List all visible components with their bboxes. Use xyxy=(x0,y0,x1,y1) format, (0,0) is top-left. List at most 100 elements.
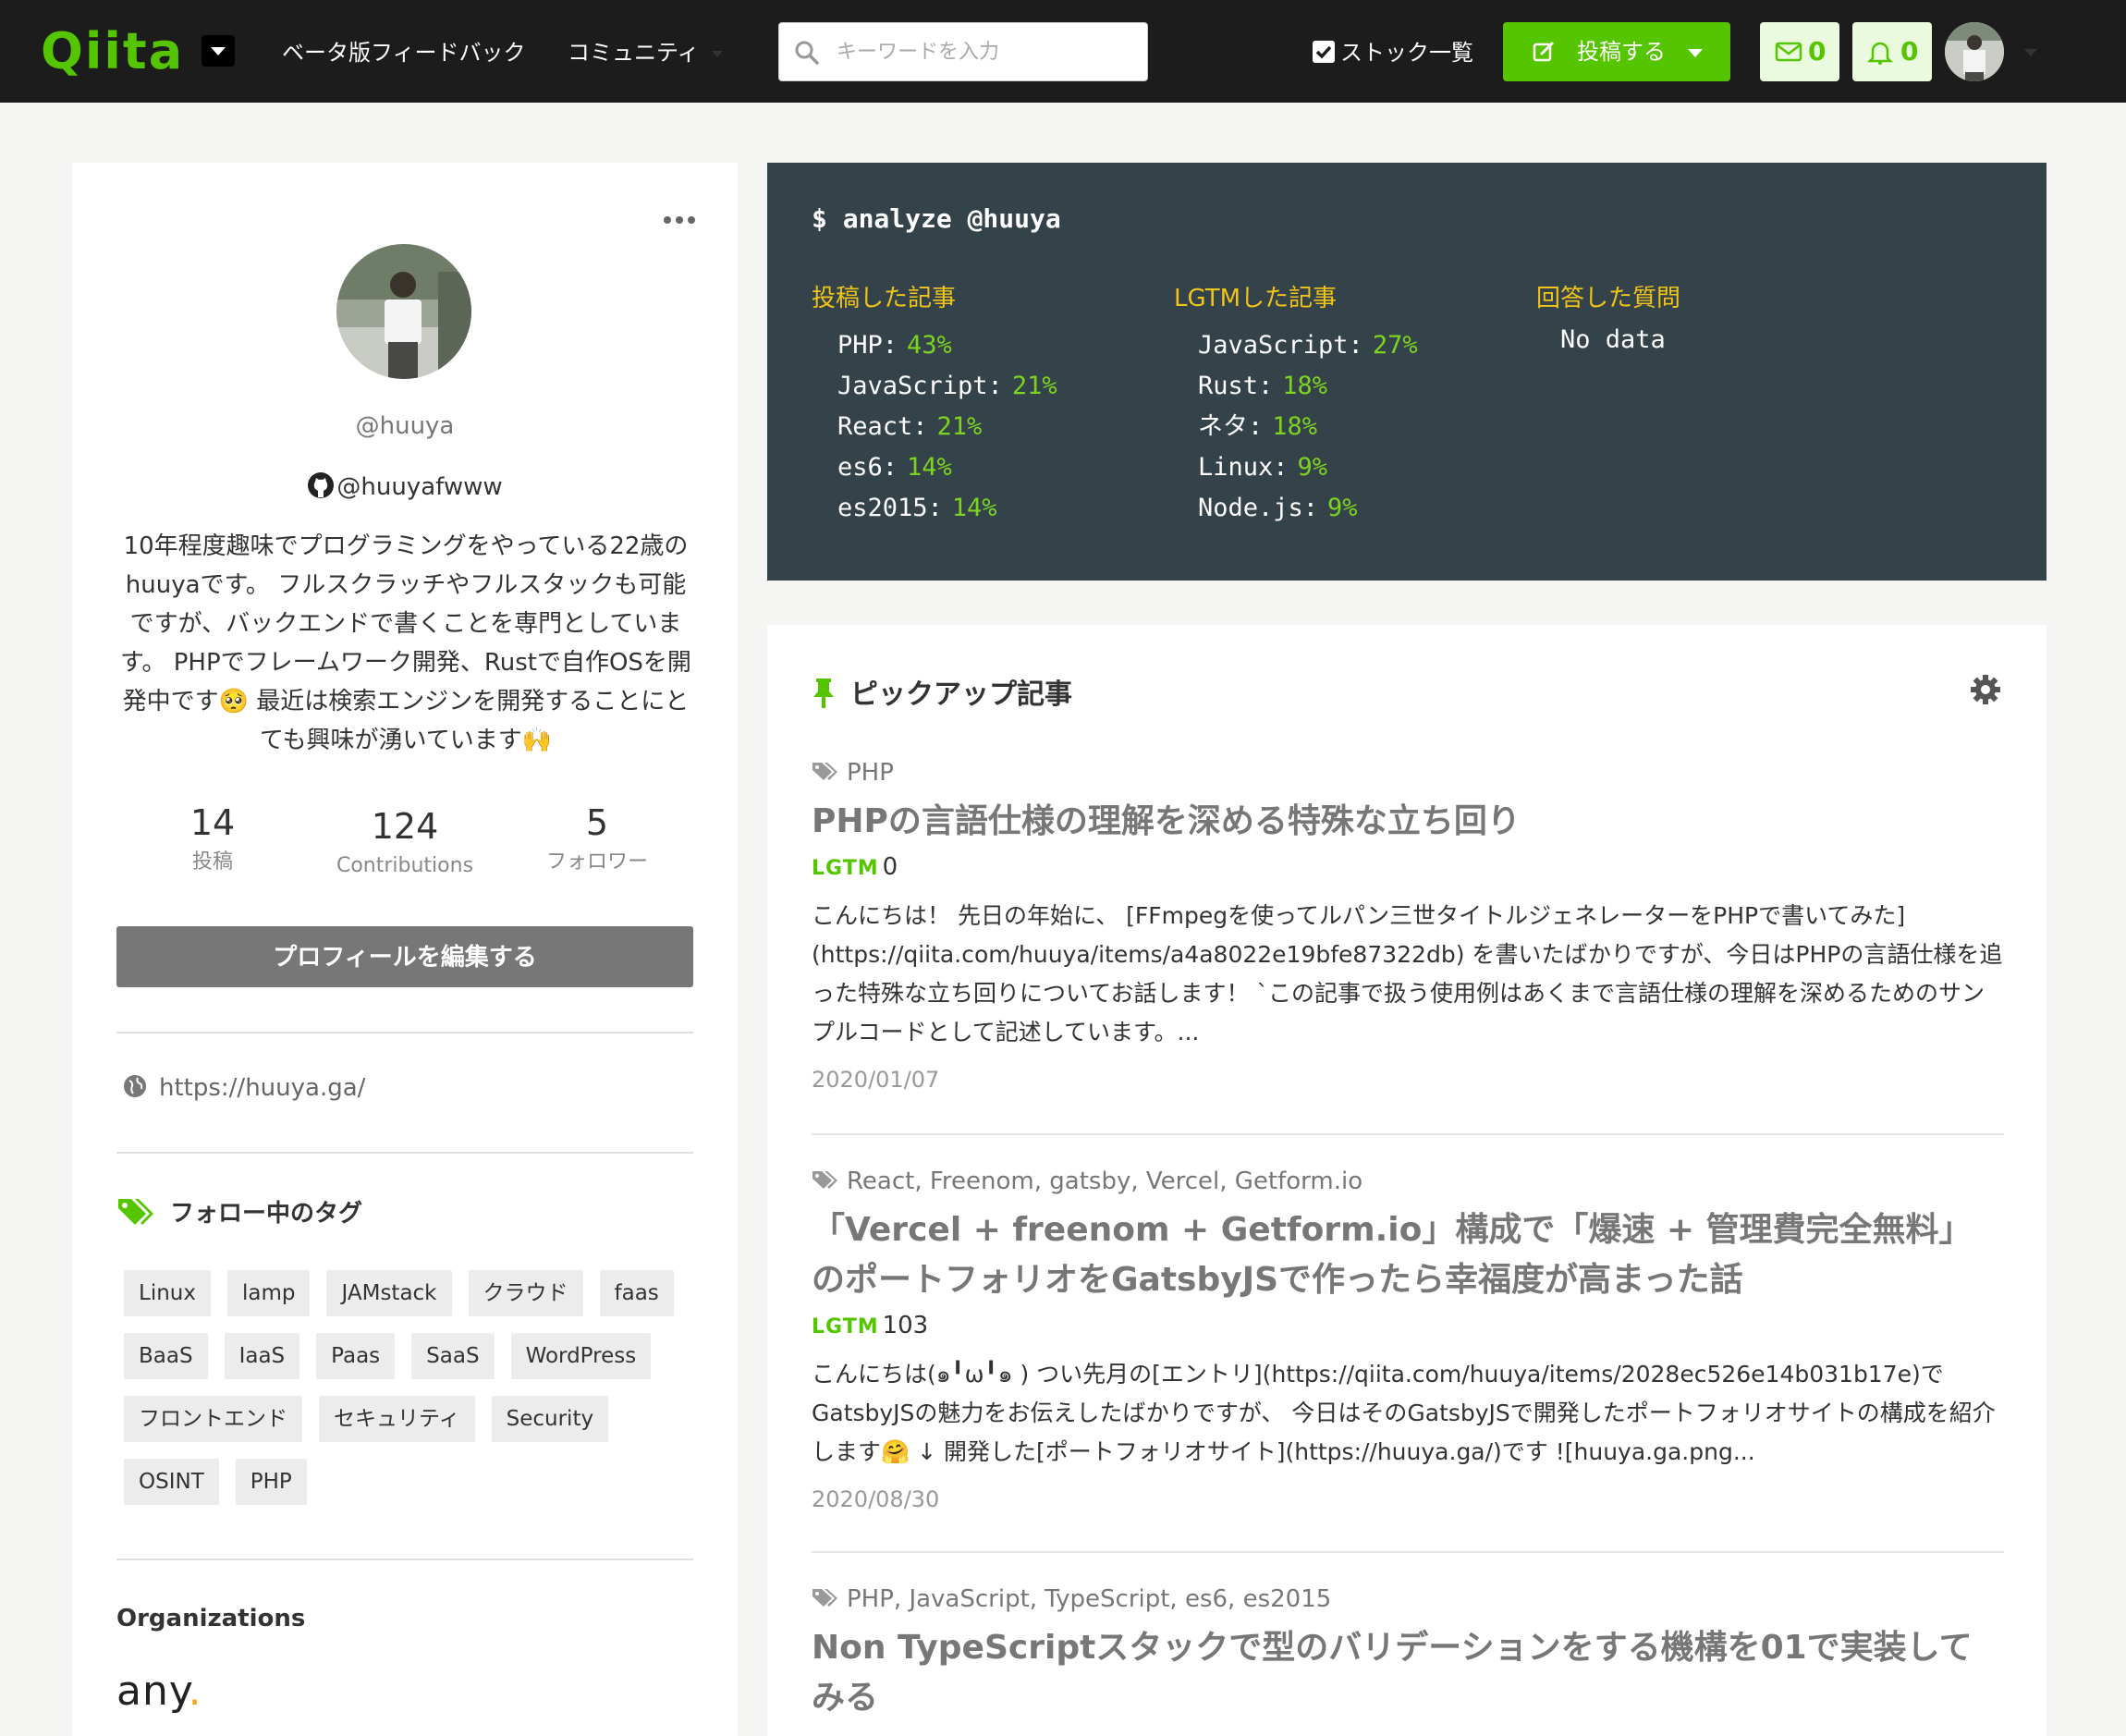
tag-percent: 21% xyxy=(936,412,983,441)
organization-logo-any[interactable]: any. xyxy=(116,1668,202,1715)
pin-icon xyxy=(813,678,834,708)
nav-community[interactable]: コミュニティ xyxy=(568,37,700,68)
edit-profile-button[interactable]: プロフィールを編集する xyxy=(116,926,693,987)
divider xyxy=(116,1152,693,1154)
post-button[interactable]: 投稿する xyxy=(1503,22,1730,81)
tag-name: PHP: xyxy=(837,331,898,360)
tag-item[interactable]: JAMstack xyxy=(326,1270,452,1316)
posted-articles-title: 投稿した記事 xyxy=(812,285,957,312)
tag-item[interactable]: Linux xyxy=(124,1270,211,1316)
divider xyxy=(116,1032,693,1033)
article-tags[interactable]: PHP, JavaScript, TypeScript, es6, es2015 xyxy=(812,1583,2004,1616)
answered-questions-empty: No data xyxy=(1560,325,1666,354)
tag-item[interactable]: クラウド xyxy=(468,1270,583,1316)
answered-questions-title: 回答した質問 xyxy=(1536,285,1681,312)
article-tags-text: PHP xyxy=(847,759,894,787)
profile-card: @huuya @huuyafwww 10年程度趣味でプログラミングをやっている2… xyxy=(72,163,738,1736)
qiita-logo[interactable]: Qiita xyxy=(41,20,184,83)
analyze-panel: $ analyze @huuya 投稿した記事 PHP: 43% JavaScri… xyxy=(767,163,2047,581)
article-tags[interactable]: React, Freenom, gatsby, Vercel, Getform.… xyxy=(812,1165,2004,1198)
stat-label: 投稿 xyxy=(191,850,233,874)
search-icon xyxy=(795,41,819,65)
stat-followers[interactable]: 5 フォロワー xyxy=(495,799,699,878)
article-title[interactable]: PHPの言語仕様の理解を深める特殊な立ち回り xyxy=(812,797,2004,847)
pickup-title-label: ピックアップ記事 xyxy=(850,679,1072,711)
tag-icon xyxy=(813,1588,837,1607)
tag-name: es6: xyxy=(837,453,898,482)
tag-item[interactable]: Paas xyxy=(316,1333,396,1379)
profile-avatar xyxy=(336,244,471,379)
article-title[interactable]: 「Vercel + freenom + Getform.io」構成で「爆速 + … xyxy=(812,1205,2004,1305)
gear-icon[interactable] xyxy=(1969,673,2002,706)
tag-name: es2015: xyxy=(837,494,943,522)
article-date: 2020/08/30 xyxy=(812,1486,940,1512)
tag-name: Linux: xyxy=(1198,453,1289,482)
article-excerpt: こんにちは！ 先日の年始に、 [FFmpegを使ってルパン三世タイトルジェネレー… xyxy=(812,902,2003,1045)
stat-row: React: 21% xyxy=(837,407,1057,447)
article-date: 2020/01/07 xyxy=(812,1067,940,1093)
avatar-dropdown-icon[interactable] xyxy=(2024,49,2037,56)
stat-row: Linux: 9% xyxy=(1198,447,1418,488)
mail-button[interactable]: 0 xyxy=(1760,22,1839,81)
stat-posts[interactable]: 14 投稿 xyxy=(111,799,314,878)
user-avatar[interactable] xyxy=(1945,22,2004,81)
tag-name: React: xyxy=(837,412,928,441)
stock-list-link[interactable]: ストック一覧 xyxy=(1311,37,1473,68)
tag-item[interactable]: Security xyxy=(491,1396,609,1442)
search-input[interactable] xyxy=(837,31,1132,73)
more-options-icon[interactable] xyxy=(664,216,697,227)
logo-dropdown-icon[interactable] xyxy=(202,35,235,67)
article-tags[interactable]: PHP xyxy=(812,756,2004,789)
github-link[interactable]: @huuyafwww xyxy=(72,471,738,501)
stat-contributions[interactable]: 124 Contributions xyxy=(303,802,507,882)
divider xyxy=(812,1551,2004,1553)
lgtm-count: 103 xyxy=(882,1312,929,1339)
profile-bio: 10年程度趣味でプログラミングをやっている22歳のhuuyaです。 フルスクラッ… xyxy=(120,532,691,754)
tag-item[interactable]: IaaS xyxy=(224,1333,300,1379)
tags-title-label: フォロー中のタグ xyxy=(170,1200,363,1228)
notification-button[interactable]: 0 xyxy=(1852,22,1932,81)
caret-down-icon xyxy=(1688,49,1703,57)
tag-percent: 9% xyxy=(1297,453,1328,482)
lgtm-label: LGTM xyxy=(812,1315,879,1339)
edit-icon xyxy=(1533,41,1555,62)
article-title[interactable]: Non TypeScriptスタックで型のバリデーションをする機構を01で実装し… xyxy=(812,1623,2004,1723)
tag-name: ネタ: xyxy=(1198,412,1264,441)
mail-icon xyxy=(1775,42,1802,62)
lgtm-articles-list: JavaScript: 27% Rust: 18% ネタ: 18% Linux: 9% … xyxy=(1198,325,1418,529)
bookmark-check-icon xyxy=(1313,41,1335,63)
tag-percent: 18% xyxy=(1272,412,1318,441)
tag-icon xyxy=(813,1170,837,1189)
website-link[interactable]: https://huuya.ga/ xyxy=(122,1074,365,1102)
pickup-articles-panel: ピックアップ記事 PHP PHPの言語仕様の理解を深める特殊な立ち回り LGTM… xyxy=(767,625,2047,1736)
stat-row: es2015: 14% xyxy=(837,488,1057,529)
nav-beta-feedback[interactable]: ベータ版フィードバック xyxy=(282,37,526,68)
tag-item[interactable]: WordPress xyxy=(510,1333,652,1379)
github-icon xyxy=(308,471,335,498)
tag-name: Rust: xyxy=(1198,372,1274,400)
stat-value: 124 xyxy=(371,806,439,847)
lgtm-count: 0 xyxy=(882,853,898,881)
stat-row: Rust: 18% xyxy=(1198,366,1418,407)
tag-item[interactable]: フロントエンド xyxy=(124,1396,302,1442)
stat-row: ネタ: 18% xyxy=(1198,407,1418,447)
profile-photo xyxy=(336,244,471,379)
tags-icon xyxy=(118,1198,153,1225)
tag-item[interactable]: faas xyxy=(599,1270,674,1316)
tag-name: JavaScript: xyxy=(837,372,1003,400)
tag-item[interactable]: OSINT xyxy=(124,1459,219,1505)
user-photo xyxy=(1945,22,2004,81)
article-item: PHP PHPの言語仕様の理解を深める特殊な立ち回り LGTM 0 こんにちは！ … xyxy=(812,756,2004,1096)
divider xyxy=(812,1133,2004,1135)
tag-item[interactable]: SaaS xyxy=(411,1333,495,1379)
tag-item[interactable]: PHP xyxy=(235,1459,307,1505)
stat-row: JavaScript: 27% xyxy=(1198,325,1418,366)
tag-item[interactable]: セキュリティ xyxy=(319,1396,475,1442)
org-name: any xyxy=(116,1668,189,1715)
org-dot: . xyxy=(188,1668,202,1715)
post-label: 投稿する xyxy=(1577,39,1666,65)
chevron-down-icon xyxy=(712,51,723,57)
tag-item[interactable]: BaaS xyxy=(124,1333,208,1379)
search-box[interactable] xyxy=(778,22,1148,81)
tag-item[interactable]: lamp xyxy=(226,1270,311,1316)
